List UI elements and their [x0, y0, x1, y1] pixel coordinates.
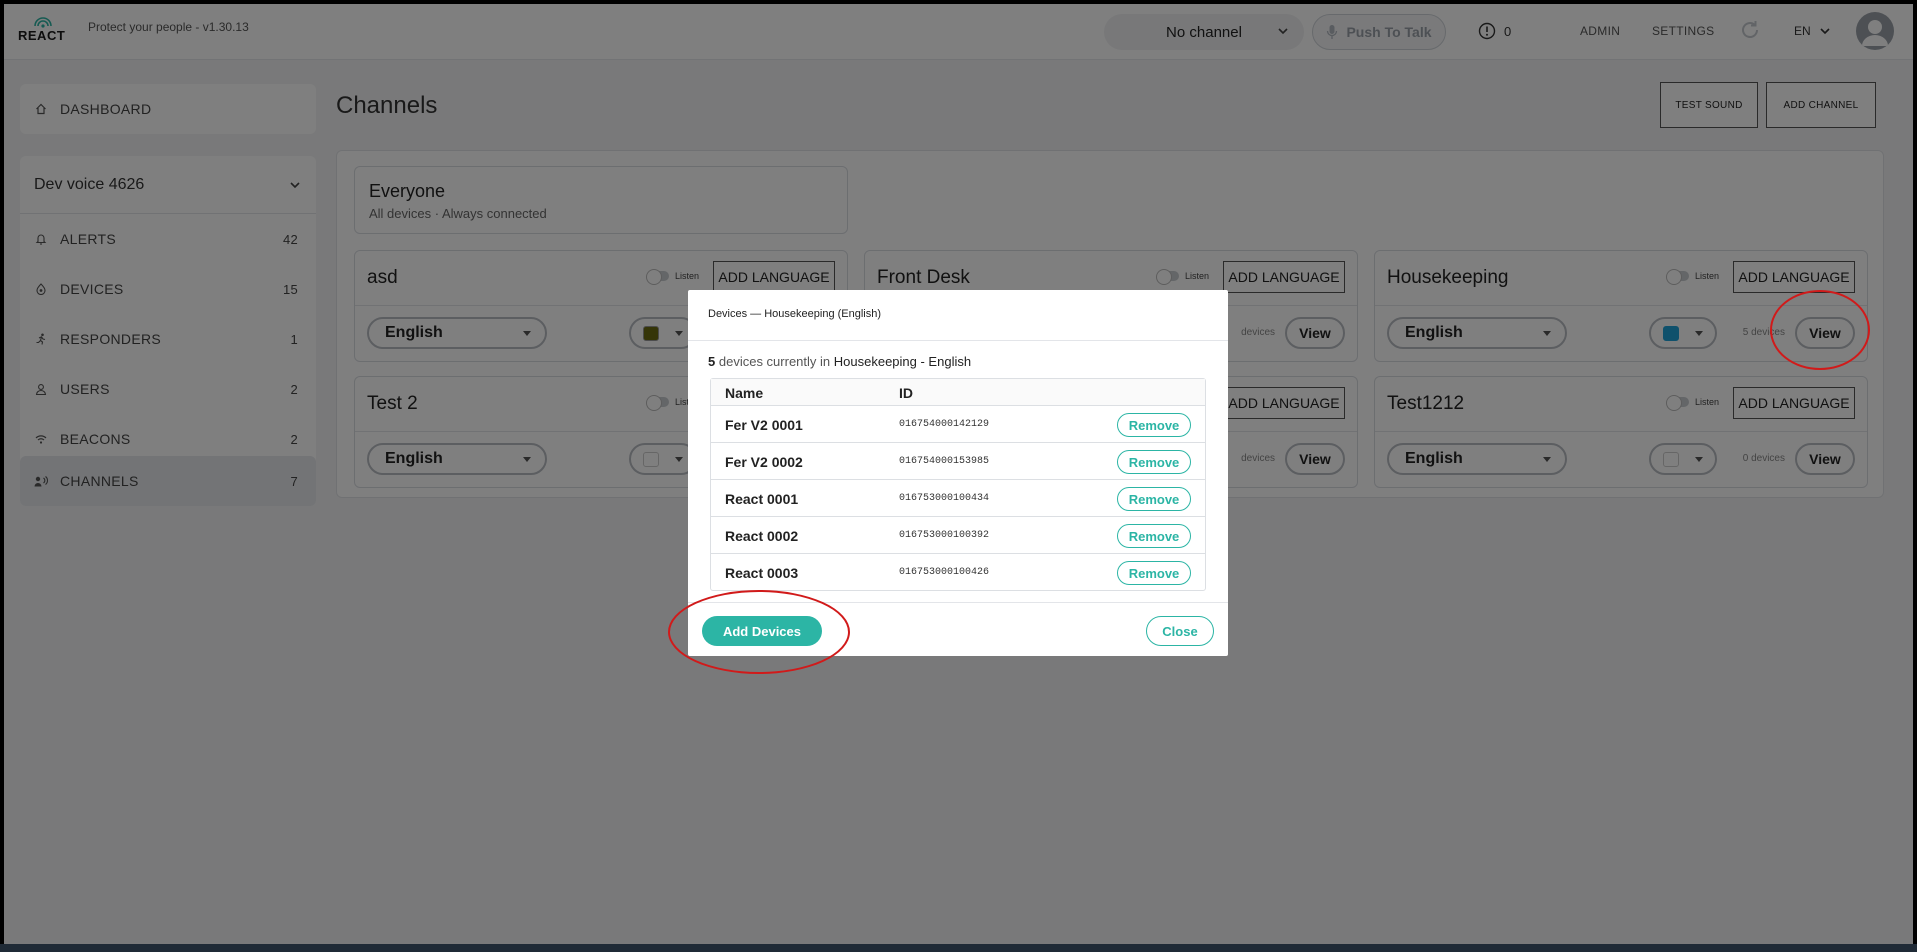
remove-button[interactable]: Remove — [1117, 450, 1191, 474]
device-name: Fer V2 0002 — [725, 454, 803, 470]
table-row: React 0003 016753000100426 Remove — [711, 553, 1205, 590]
device-name: React 0003 — [725, 565, 799, 581]
divider — [688, 340, 1228, 341]
device-id: 016753000100392 — [899, 530, 990, 541]
modal-title: Devices — Housekeeping (English) — [708, 308, 882, 320]
column-header-name: Name — [725, 385, 764, 401]
table-row: React 0001 016753000100434 Remove — [711, 479, 1205, 516]
table-row: Fer V2 0001 016754000142129 Remove — [711, 405, 1205, 442]
device-id: 016753000100434 — [899, 493, 990, 504]
column-header-id: ID — [899, 385, 913, 401]
remove-button[interactable]: Remove — [1117, 524, 1191, 548]
device-id: 016754000153985 — [899, 456, 990, 467]
remove-button[interactable]: Remove — [1117, 487, 1191, 511]
table-row: Fer V2 0002 016754000153985 Remove — [711, 442, 1205, 479]
device-id: 016754000142129 — [899, 419, 990, 430]
annotation-circle — [1770, 290, 1870, 370]
devices-table: Name ID Fer V2 0001 016754000142129 Remo… — [710, 378, 1206, 591]
device-count: 5 — [708, 354, 716, 369]
modal-summary: 5 devices currently in Housekeeping - En… — [708, 354, 971, 369]
annotation-circle — [668, 590, 850, 674]
app-window: REACT Protect your people - v1.30.13 No … — [4, 4, 1913, 944]
table-row: React 0002 016753000100392 Remove — [711, 516, 1205, 553]
summary-text: devices currently in — [718, 354, 831, 369]
device-name: React 0002 — [725, 528, 799, 544]
device-id: 016753000100426 — [899, 567, 990, 578]
device-name: React 0001 — [725, 491, 799, 507]
close-button[interactable]: Close — [1146, 616, 1214, 646]
taskbar — [0, 944, 1917, 952]
remove-button[interactable]: Remove — [1117, 561, 1191, 585]
summary-channel: Housekeeping - English — [833, 354, 972, 369]
remove-button[interactable]: Remove — [1117, 413, 1191, 437]
device-name: Fer V2 0001 — [725, 417, 803, 433]
table-header: Name ID — [711, 379, 1205, 405]
